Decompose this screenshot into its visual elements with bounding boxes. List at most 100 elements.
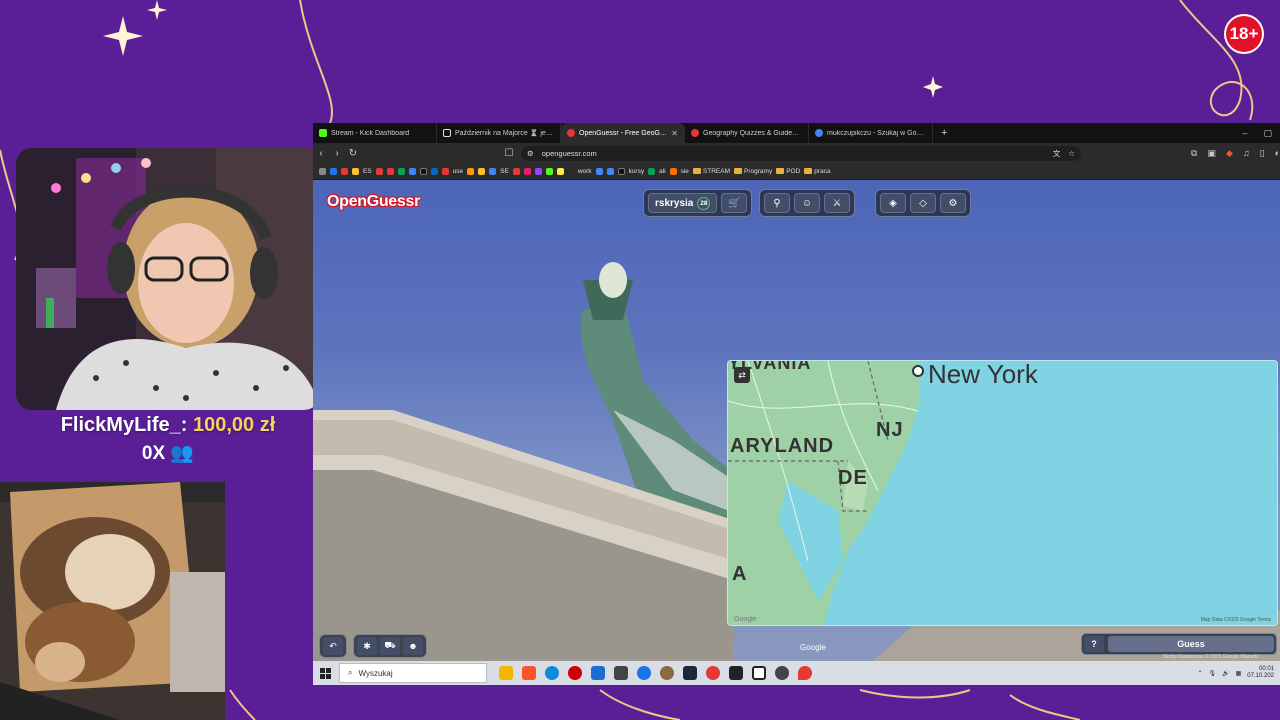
bookmark-item[interactable]: use — [453, 168, 463, 175]
sidebar-icon[interactable]: ▯ — [1260, 148, 1265, 159]
bookmark-icon[interactable] — [352, 167, 359, 175]
bookmark-icon[interactable] — [375, 167, 383, 175]
close-tab-icon[interactable]: ✕ — [671, 129, 678, 138]
bookmark-icon[interactable] — [467, 167, 475, 175]
taskbar-search-input[interactable]: ⌕ Wyszukaj — [339, 663, 487, 683]
bookmark-item[interactable]: sie — [681, 168, 689, 175]
tab-google-search[interactable]: mukczupikczu - Szukaj w Google — [809, 123, 933, 143]
brave-shield-icon[interactable]: ◆ — [1226, 148, 1233, 159]
minimize-icon[interactable]: – — [1242, 128, 1247, 139]
user-profile-button[interactable]: rskrysia 28 — [648, 193, 718, 213]
bookmark-icon[interactable] — [606, 167, 614, 175]
media-icon[interactable]: ♫ — [1243, 148, 1250, 159]
battle-button[interactable]: ⚔ — [824, 193, 850, 213]
bookmark-icon[interactable] — [523, 167, 531, 175]
settings-button[interactable]: ⚙ — [940, 193, 966, 213]
map-pin-icon[interactable] — [798, 666, 812, 680]
profile-icon[interactable]: ◐ — [1275, 148, 1280, 159]
app-icon[interactable] — [591, 666, 605, 680]
reload-icon[interactable]: ↻ — [345, 148, 361, 159]
forward-icon[interactable]: › — [329, 148, 345, 159]
map-google-logo: Google — [734, 616, 757, 623]
bookmark-folder[interactable]: Programy — [734, 168, 772, 175]
new-tab-button[interactable]: + — [933, 127, 955, 139]
extension-icon[interactable]: ⧉ — [1191, 148, 1197, 159]
bug-report-button[interactable]: ✱ — [357, 637, 377, 655]
start-button[interactable] — [313, 667, 337, 679]
microphone-icon[interactable]: 🎙 — [1209, 670, 1217, 677]
bookmark-folder[interactable]: STREAM — [692, 168, 730, 175]
help-button[interactable]: ? — [1084, 636, 1104, 652]
guess-button[interactable]: Guess — [1108, 636, 1274, 652]
bookmark-icon[interactable] — [489, 167, 497, 175]
bookmark-icon[interactable] — [648, 167, 656, 175]
bookmark-folder[interactable]: POD — [776, 168, 800, 175]
vote-button[interactable]: ☻ — [403, 637, 423, 655]
network-icon[interactable]: ▦ — [1236, 670, 1242, 677]
site-info-icon[interactable]: ⚙ — [527, 149, 534, 158]
bookmark-item[interactable]: SE — [500, 168, 509, 175]
star-icon[interactable]: ☆ — [1068, 149, 1075, 158]
bookmark-icon[interactable] — [341, 167, 348, 175]
sheets-icon[interactable] — [397, 167, 405, 175]
file-explorer-icon[interactable] — [499, 666, 513, 680]
multiplayer-button[interactable]: ☺ — [794, 193, 820, 213]
openguessr-icon — [567, 129, 575, 137]
street-view-panorama[interactable]: OpenGuessr rskrysia 28 🛒 ⚲ ☺ ⚔ ◈ ◇ ⚙ ⇄ N… — [313, 180, 1280, 661]
bookmark-item[interactable]: ES — [363, 168, 372, 175]
maximize-icon[interactable]: ▢ — [1263, 128, 1272, 139]
x-icon[interactable] — [419, 167, 427, 175]
bookmark-item[interactable]: work — [578, 168, 592, 175]
mode-button[interactable]: ⚲ — [764, 193, 790, 213]
tab-kick-dashboard[interactable]: Stream - Kick Dashboard — [313, 123, 437, 143]
layers-button[interactable]: ◈ — [880, 193, 906, 213]
tab-tiktok[interactable]: Październik na Majorce ⏳ jest to na — [437, 123, 561, 143]
bookmark-icon[interactable] — [478, 167, 486, 175]
openguessr-logo[interactable]: OpenGuessr — [327, 193, 420, 211]
tab-geography-quizzes[interactable]: Geography Quizzes & Guides | Oper — [685, 123, 809, 143]
streetview-attribution[interactable]: Skróty klawiszowe © 2025 Google Warunki — [1163, 654, 1258, 660]
guess-minimap[interactable]: ⇄ New York YLVANIA NJ ARYLAND DE A Googl… — [727, 360, 1278, 626]
tab-openguessr[interactable]: OpenGuessr - Free GeoGuessr Al ✕ — [561, 123, 685, 143]
brave-icon[interactable] — [522, 666, 536, 680]
map-style-button[interactable]: ◇ — [910, 193, 936, 213]
url-input[interactable]: ⚙ openguessr.com 文 ☆ — [521, 145, 1081, 161]
translate-icon[interactable]: 文 — [1053, 148, 1061, 159]
bookmark-icon[interactable] — [556, 167, 564, 175]
bookmark-icon[interactable] — [386, 167, 394, 175]
apps-icon[interactable] — [319, 167, 326, 175]
youtube-icon[interactable] — [441, 167, 449, 175]
app-icon[interactable] — [706, 666, 720, 680]
screenshot-icon[interactable]: ▣ — [1207, 148, 1216, 159]
twitch-icon[interactable] — [534, 167, 542, 175]
facebook-icon[interactable] — [330, 167, 337, 175]
kick-icon[interactable] — [545, 167, 553, 175]
shop-button[interactable]: 🛒 — [721, 193, 748, 213]
bookmark-item[interactable]: kursy — [629, 168, 645, 175]
volume-icon[interactable]: 🔊 — [1222, 670, 1229, 677]
opera-icon[interactable] — [568, 666, 582, 680]
map-attribution[interactable]: Map Data ©2025 Google Terms — [1201, 617, 1271, 623]
clock[interactable]: 00:01 07.10.202 — [1247, 666, 1274, 680]
bookmark-icon[interactable]: ☐ — [501, 148, 517, 159]
chevron-up-icon[interactable]: ⌃ — [1197, 670, 1202, 677]
bookmark-icon[interactable] — [512, 167, 520, 175]
bookmark-folder[interactable]: praca — [804, 168, 831, 175]
back-icon[interactable]: ‹ — [313, 148, 329, 159]
obs-icon[interactable] — [752, 666, 766, 680]
steam-icon[interactable] — [683, 666, 697, 680]
return-to-start-button[interactable]: ↶ — [323, 637, 343, 655]
terminal-icon[interactable] — [729, 666, 743, 680]
bookmark-icon[interactable] — [669, 167, 677, 175]
tiktok-icon[interactable] — [617, 167, 625, 175]
app-icon[interactable] — [614, 666, 628, 680]
bookmark-item[interactable]: ali — [659, 168, 666, 175]
docs-icon[interactable] — [408, 167, 416, 175]
car-toggle-button[interactable]: ⛟ — [380, 637, 400, 655]
app-icon[interactable] — [660, 666, 674, 680]
bookmark-icon[interactable] — [595, 167, 603, 175]
edge-icon[interactable] — [545, 666, 559, 680]
app-icon[interactable] — [775, 666, 789, 680]
linkedin-icon[interactable] — [430, 167, 438, 175]
app-icon[interactable] — [637, 666, 651, 680]
